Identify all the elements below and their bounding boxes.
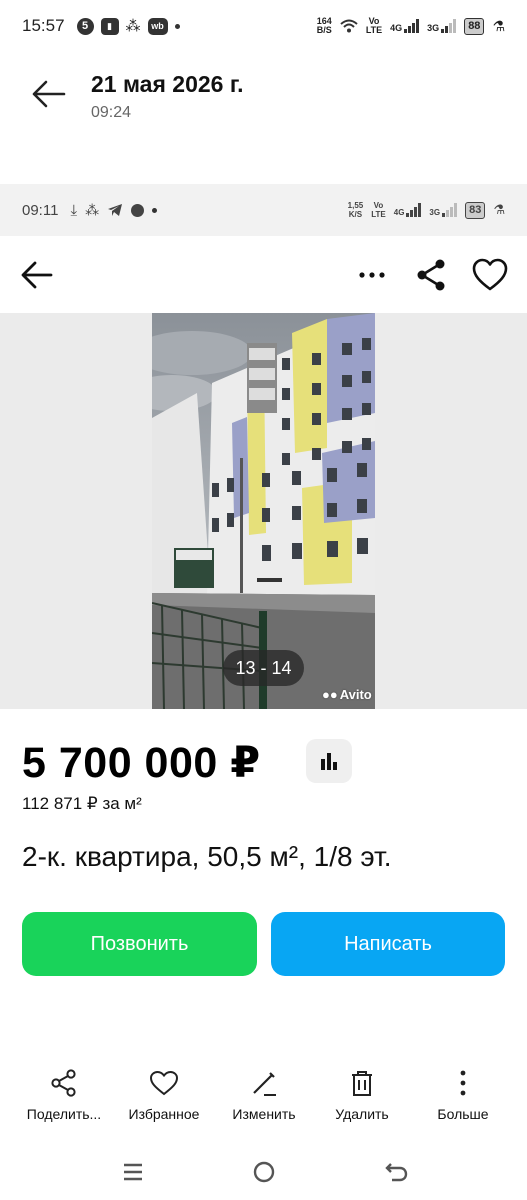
signal-bars-icon: [406, 203, 422, 217]
more-action[interactable]: Больше: [413, 1066, 513, 1122]
signal-bars-icon: [404, 19, 420, 33]
recent-apps-icon[interactable]: [118, 1158, 148, 1186]
wifi-icon: [340, 19, 358, 33]
gallery-action-bar: Поделить... Избранное Изменить Удалить Б…: [0, 1066, 527, 1136]
app-store-icon: ▮: [100, 17, 119, 35]
edit-action[interactable]: Изменить: [214, 1066, 314, 1122]
favorite-label: Избранное: [128, 1106, 200, 1122]
battery-indicator: 88: [464, 17, 485, 35]
volte-indicator: Vo LTE: [365, 16, 383, 35]
photo-counter: 13 - 14: [223, 650, 304, 686]
share-icon: [51, 1069, 76, 1097]
chat-icon: [131, 203, 145, 217]
gallery-date: 21 мая 2026 г.: [91, 71, 244, 97]
gallery-header: 21 мая 2026 г. 09:24: [0, 52, 527, 180]
net-speed: 1,55 K/S: [347, 201, 364, 219]
cluster-icon: ⁂: [85, 201, 100, 218]
net-speed: 164 B/S: [316, 16, 332, 35]
price-per-square-meter: 112 871 ₽ за м²: [22, 794, 142, 813]
inner-status-bar: 09:11 ⤓ ⁂ 1,55 K/S Vo LTE 4G 3G 83 ⚗: [0, 184, 527, 236]
listing-title: 2-к. квартира, 50,5 м², 1/8 эт.: [22, 841, 392, 872]
back-arrow-icon[interactable]: [30, 78, 66, 110]
more-horizontal-icon[interactable]: [356, 258, 388, 292]
share-label: Поделить...: [26, 1106, 102, 1122]
signal-bars-icon: [441, 19, 457, 33]
pencil-icon: [253, 1072, 276, 1096]
avito-watermark: ●● Avito: [322, 687, 372, 702]
wildberries-icon: wb: [147, 17, 168, 35]
screenshot-content: 09:11 ⤓ ⁂ 1,55 K/S Vo LTE 4G 3G 83 ⚗ 13 …: [0, 184, 527, 1200]
more-notifications-dot: [152, 207, 158, 213]
status-time: 15:57: [22, 16, 65, 35]
bar-chart-icon: [321, 753, 337, 770]
back-icon[interactable]: [382, 1158, 412, 1186]
share-icon[interactable]: [414, 258, 448, 292]
battery-indicator: 83: [465, 201, 486, 219]
write-button[interactable]: Написать: [271, 912, 505, 976]
more-vertical-icon: [460, 1070, 466, 1096]
telegram-icon: [108, 204, 123, 216]
price-history-button[interactable]: [306, 739, 352, 783]
app-5-icon: 5: [76, 17, 94, 35]
price: 5 700 000 ₽: [22, 739, 261, 787]
listing-toolbar: [0, 236, 527, 314]
delete-label: Удалить: [335, 1106, 389, 1122]
back-arrow-icon[interactable]: [20, 258, 54, 292]
download-icon: ⤓: [70, 201, 78, 219]
delete-action[interactable]: Удалить: [312, 1066, 412, 1122]
heart-icon[interactable]: [472, 258, 508, 292]
inner-status-time: 09:11: [22, 201, 59, 219]
gallery-time: 09:24: [91, 104, 132, 121]
signal-bars-icon: [442, 203, 458, 217]
volte-indicator: Vo LTE: [371, 201, 386, 219]
signal-4g: 4G: [394, 203, 422, 217]
signal-4g: 4G: [390, 19, 420, 33]
edit-label: Изменить: [232, 1106, 296, 1122]
flask-icon: ⚗: [493, 202, 505, 217]
more-notifications-dot: [174, 23, 180, 29]
favorite-action[interactable]: Избранное: [114, 1066, 214, 1122]
trash-icon: [352, 1071, 372, 1096]
share-action[interactable]: Поделить...: [14, 1066, 114, 1122]
signal-3g: 3G: [427, 19, 457, 33]
system-nav-bar: [0, 1144, 527, 1200]
status-bar: 15:57 5 ▮ ⁂ wb 164 B/S Vo LTE 4G 3G 88 ⚗: [0, 0, 527, 52]
cluster-icon: ⁂: [125, 18, 141, 35]
home-icon[interactable]: [249, 1158, 279, 1186]
flask-icon: ⚗: [492, 17, 505, 34]
photo-gallery[interactable]: 13 - 14 ●● Avito: [0, 313, 527, 709]
avito-logo-icon: ●●: [322, 687, 338, 702]
call-button[interactable]: Позвонить: [22, 912, 257, 976]
signal-3g: 3G: [429, 203, 458, 217]
heart-icon: [149, 1070, 179, 1096]
more-label: Больше: [437, 1106, 489, 1122]
